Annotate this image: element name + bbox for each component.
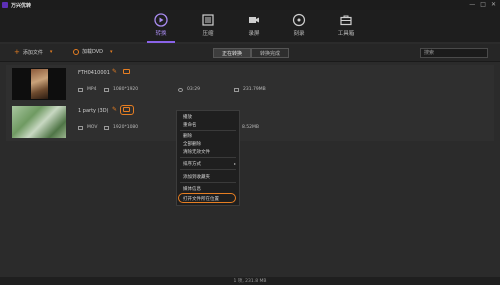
menu-item-play[interactable]: 播放 (183, 114, 192, 120)
status-text: 1 项, 231.8 MB (233, 279, 267, 284)
plus-icon: + (14, 48, 20, 56)
search-input[interactable]: 搜索 (420, 48, 488, 58)
menu-item-delete[interactable]: 删除 (183, 133, 192, 139)
menu-item-add-favorite[interactable]: 添加到收藏夹 (183, 174, 210, 180)
tab-converted[interactable]: 转换完成 (251, 48, 289, 58)
file-size: 8.52MB (242, 125, 259, 130)
menu-item-sort[interactable]: 排序方式 (183, 161, 201, 167)
file-row[interactable]: 1 party (3D) ✎ MOV 1920*1080 8.52MB (6, 103, 494, 141)
title-bar: 万兴优转 — □ ✕ (0, 0, 500, 10)
edit-icon[interactable]: ✎ (112, 69, 118, 75)
record-icon (249, 17, 259, 23)
file-meta: MP4 (78, 87, 96, 92)
top-nav: 转换 压缩 录屏 刻录 工具箱 (0, 10, 500, 43)
file-meta: 1920*1080 (104, 125, 138, 130)
size-icon (234, 87, 239, 92)
file-name: 1 party (3D) (78, 108, 109, 114)
highlight-ring (120, 105, 134, 115)
load-dvd-button[interactable]: 加载DVD ▾ (73, 48, 113, 55)
video-thumbnail[interactable] (12, 68, 66, 100)
load-dvd-label: 加载DVD (82, 49, 104, 55)
tab-compress[interactable]: 压缩 (188, 13, 228, 41)
menu-item-clear-invalid[interactable]: 清除无效文件 (183, 149, 210, 155)
menu-divider (180, 182, 236, 183)
file-row[interactable]: FTH0410001 ✎ MP4 1080*1920 03:29 231.79M… (6, 65, 494, 103)
tab-convert[interactable]: 转换 (141, 13, 181, 43)
app-logo-icon (2, 2, 8, 8)
context-menu: 播放 重命名 删除 全部删除 清除无效文件 排序方式 ▸ 添加到收藏夹 媒体信息… (176, 110, 240, 206)
file-meta: 231.79MB (234, 87, 266, 92)
tab-burn[interactable]: 刻录 (279, 13, 319, 41)
chevron-down-icon[interactable]: ▾ (110, 49, 113, 55)
menu-divider (180, 130, 236, 131)
window-controls: — □ ✕ (469, 1, 496, 8)
menu-divider (180, 157, 236, 158)
menu-divider (180, 169, 236, 170)
tab-toolbox[interactable]: 工具箱 (326, 13, 366, 41)
resolution-icon (104, 87, 109, 92)
tab-toolbox-label: 工具箱 (337, 31, 355, 37)
tab-record-label: 录屏 (248, 31, 260, 37)
file-meta: MOV (78, 125, 97, 130)
file-name: FTH0410001 (78, 70, 110, 76)
folder-icon[interactable] (123, 69, 130, 74)
file-format: MOV (87, 125, 98, 130)
tab-converting[interactable]: 正在转换 (213, 48, 251, 58)
chevron-right-icon: ▸ (233, 161, 236, 166)
menu-item-delete-all[interactable]: 全部删除 (183, 141, 201, 147)
add-file-label: 添加文件 (22, 49, 43, 56)
add-file-button[interactable]: + 添加文件 ▾ (14, 48, 52, 56)
toolbox-icon (340, 15, 352, 26)
convert-icon (154, 13, 168, 27)
chevron-down-icon[interactable]: ▾ (50, 49, 53, 55)
maximize-icon[interactable]: □ (480, 1, 486, 8)
close-icon[interactable]: ✕ (491, 1, 496, 8)
tab-record[interactable]: 录屏 (234, 13, 274, 41)
disc-icon (73, 48, 79, 55)
menu-item-media-info[interactable]: 媒体信息 (183, 186, 201, 192)
edit-icon[interactable]: ✎ (112, 107, 118, 113)
file-meta: 8.52MB (242, 125, 259, 130)
burn-icon (292, 13, 306, 27)
active-tab-indicator (147, 41, 175, 43)
convert-status-tabs: 正在转换 转换完成 (213, 48, 289, 58)
format-icon (78, 125, 83, 130)
tab-convert-label: 转换 (155, 31, 167, 37)
compress-icon (202, 14, 214, 26)
resolution-icon (104, 125, 109, 130)
file-format: MP4 (87, 87, 97, 92)
highlight-ring (178, 193, 236, 203)
clock-icon (178, 87, 183, 92)
app-title: 万兴优转 (11, 3, 32, 9)
minimize-icon[interactable]: — (469, 1, 475, 8)
menu-item-rename[interactable]: 重命名 (183, 122, 197, 128)
file-resolution: 1920*1080 (113, 125, 139, 130)
file-resolution: 1080*1920 (113, 87, 139, 92)
file-size: 231.79MB (243, 87, 266, 92)
video-thumbnail[interactable] (12, 106, 66, 138)
file-meta: 1080*1920 (104, 87, 138, 92)
file-duration: 03:29 (187, 87, 200, 92)
file-meta: 03:29 (178, 87, 200, 92)
tab-burn-label: 刻录 (293, 31, 305, 37)
status-bar: 1 项, 231.8 MB (0, 277, 500, 285)
tab-compress-label: 压缩 (202, 31, 214, 37)
toolbar: + 添加文件 ▾ 加载DVD ▾ 正在转换 转换完成 搜索 (0, 44, 500, 62)
format-icon (78, 87, 83, 92)
